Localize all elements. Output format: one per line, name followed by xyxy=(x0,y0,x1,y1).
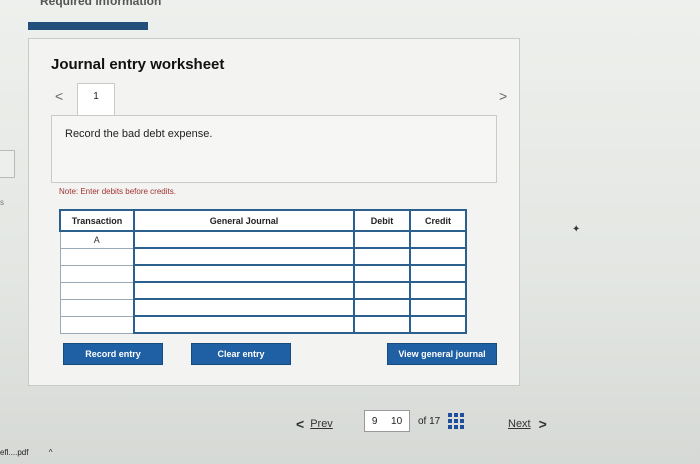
credit-input[interactable] xyxy=(409,281,467,300)
table-row xyxy=(59,315,467,334)
transaction-cell xyxy=(59,281,135,300)
worksheet-title: Journal entry worksheet xyxy=(51,56,225,73)
transaction-cell xyxy=(59,264,135,283)
required-information-label: Required information xyxy=(40,0,162,8)
instruction-text: Record the bad debt expense. xyxy=(65,128,213,140)
debit-input[interactable] xyxy=(353,247,411,266)
journal-entry-table: Transaction General Journal Debit Credit… xyxy=(59,209,467,334)
debit-input[interactable] xyxy=(353,315,411,334)
previous-entry-icon[interactable]: < xyxy=(55,88,63,104)
table-row xyxy=(59,298,467,317)
debit-credit-note: Note: Enter debits before credits. xyxy=(59,187,176,196)
next-label: Next xyxy=(508,418,531,430)
chevron-right-icon: > xyxy=(538,416,547,432)
table-row: A xyxy=(59,230,467,249)
debit-input[interactable] xyxy=(353,281,411,300)
general-journal-input[interactable] xyxy=(133,298,355,317)
entry-tab-1[interactable]: 1 xyxy=(77,83,115,115)
view-general-journal-button[interactable]: View general journal xyxy=(387,343,497,365)
transaction-cell xyxy=(59,298,135,317)
page-total: of 17 xyxy=(418,415,441,427)
credit-input[interactable] xyxy=(409,298,467,317)
table-row xyxy=(59,264,467,283)
clear-entry-button[interactable]: Clear entry xyxy=(191,343,291,365)
transaction-cell: A xyxy=(59,230,135,249)
page-selector: 9 10 of 17 xyxy=(364,410,465,432)
table-row xyxy=(59,281,467,300)
table-row xyxy=(59,247,467,266)
download-filename: efl....pdf xyxy=(0,448,29,457)
left-edge-fragment: s xyxy=(0,198,4,207)
left-panel-edge xyxy=(0,150,15,178)
debit-input[interactable] xyxy=(353,264,411,283)
table-header-row: Transaction General Journal Debit Credit xyxy=(59,209,467,232)
chevron-left-icon: < xyxy=(296,416,305,432)
download-bar-item[interactable]: efl....pdf ^ xyxy=(0,448,52,457)
column-header-transaction: Transaction xyxy=(59,209,135,232)
next-button[interactable]: Next > xyxy=(508,414,553,434)
previous-page-number: 9 xyxy=(371,415,378,427)
column-header-general-journal: General Journal xyxy=(133,209,355,232)
general-journal-input[interactable] xyxy=(133,315,355,334)
journal-entry-worksheet: Journal entry worksheet < 1 > Record the… xyxy=(28,38,520,386)
column-header-credit: Credit xyxy=(409,209,467,232)
grid-icon[interactable] xyxy=(448,413,465,429)
general-journal-input[interactable] xyxy=(133,281,355,300)
debit-input[interactable] xyxy=(353,298,411,317)
chevron-up-icon: ^ xyxy=(48,448,53,457)
mouse-cursor-icon: ✦ xyxy=(572,224,581,235)
prev-label: Prev xyxy=(310,418,333,430)
column-header-debit: Debit xyxy=(353,209,411,232)
screen: s Required information Journal entry wor… xyxy=(0,0,700,464)
transaction-cell xyxy=(59,247,135,266)
next-entry-icon[interactable]: > xyxy=(499,88,507,104)
debit-input[interactable] xyxy=(353,230,411,249)
credit-input[interactable] xyxy=(409,230,467,249)
general-journal-input[interactable] xyxy=(133,230,355,249)
general-journal-input[interactable] xyxy=(133,247,355,266)
credit-input[interactable] xyxy=(409,247,467,266)
transaction-cell xyxy=(59,315,135,334)
current-page-number: 10 xyxy=(391,415,403,427)
record-entry-button[interactable]: Record entry xyxy=(63,343,163,365)
general-journal-input[interactable] xyxy=(133,264,355,283)
credit-input[interactable] xyxy=(409,264,467,283)
instruction-box: Record the bad debt expense. xyxy=(51,115,497,183)
page-number-box[interactable]: 9 10 xyxy=(364,410,410,432)
credit-input[interactable] xyxy=(409,315,467,334)
required-information-bar xyxy=(28,22,148,30)
prev-button[interactable]: < Prev xyxy=(296,414,333,434)
